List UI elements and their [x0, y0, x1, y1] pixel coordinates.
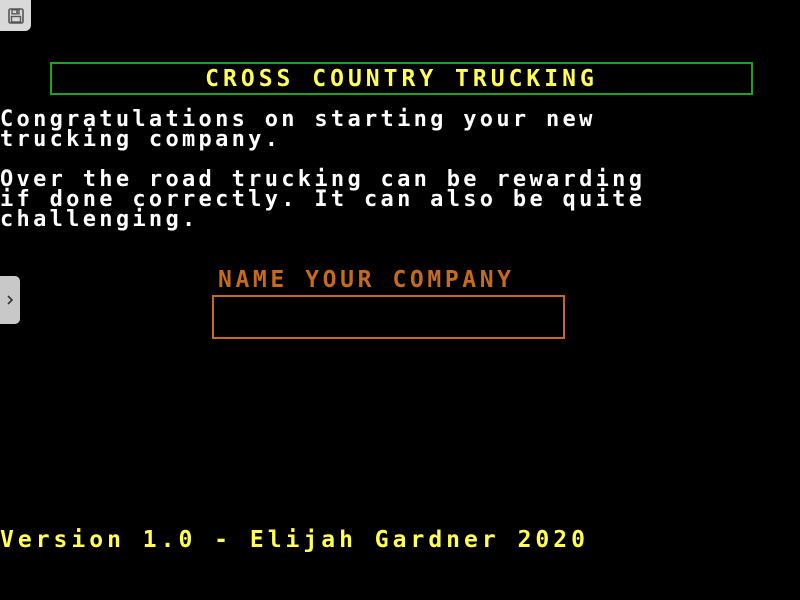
- floppy-disk-icon: [7, 7, 24, 24]
- intro-line: trucking company.: [0, 127, 282, 152]
- company-name-label: NAME YOUR COMPANY: [218, 267, 515, 293]
- title-banner: CROSS COUNTRY TRUCKING: [50, 62, 753, 95]
- save-button[interactable]: [0, 0, 31, 31]
- version-credit: Version 1.0 - Elijah Gardner 2020: [0, 527, 589, 553]
- game-screen: CROSS COUNTRY TRUCKING Congratulations o…: [0, 0, 800, 600]
- company-name-input[interactable]: [212, 295, 565, 339]
- description-line: challenging.: [0, 207, 199, 232]
- game-title: CROSS COUNTRY TRUCKING: [205, 65, 598, 92]
- side-panel-toggle[interactable]: [0, 276, 20, 324]
- description-paragraph: Over the road trucking can be rewarding …: [0, 169, 790, 232]
- chevron-right-icon: [7, 295, 14, 305]
- intro-paragraph: Congratulations on starting your new tru…: [0, 109, 790, 152]
